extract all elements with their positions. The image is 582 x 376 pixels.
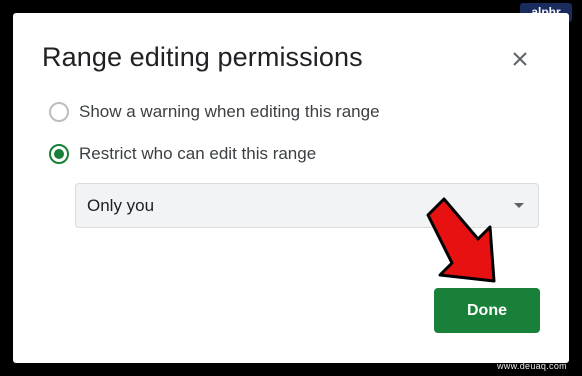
watermark-text: www.deuaq.com xyxy=(497,361,567,371)
screenshot-frame: alphr Range editing permissions Show a w… xyxy=(0,0,582,376)
restrict-editing-option[interactable]: Restrict who can edit this range xyxy=(49,144,316,164)
close-button[interactable] xyxy=(507,46,533,72)
chevron-down-icon xyxy=(514,203,524,208)
restrict-editing-label: Restrict who can edit this range xyxy=(79,144,317,163)
restrict-editing-radio[interactable] xyxy=(49,144,69,164)
select-value: Only you xyxy=(87,196,155,215)
show-warning-option[interactable]: Show a warning when editing this range xyxy=(49,102,380,122)
done-button[interactable]: Done xyxy=(434,288,540,333)
arrow-annotation-icon xyxy=(426,197,496,283)
show-warning-radio[interactable] xyxy=(49,102,69,122)
show-warning-label: Show a warning when editing this range xyxy=(79,102,380,121)
dialog-title: Range editing permissions xyxy=(42,42,363,72)
close-icon xyxy=(513,52,527,66)
range-editing-permissions-dialog: Range editing permissions Show a warning… xyxy=(13,13,569,363)
